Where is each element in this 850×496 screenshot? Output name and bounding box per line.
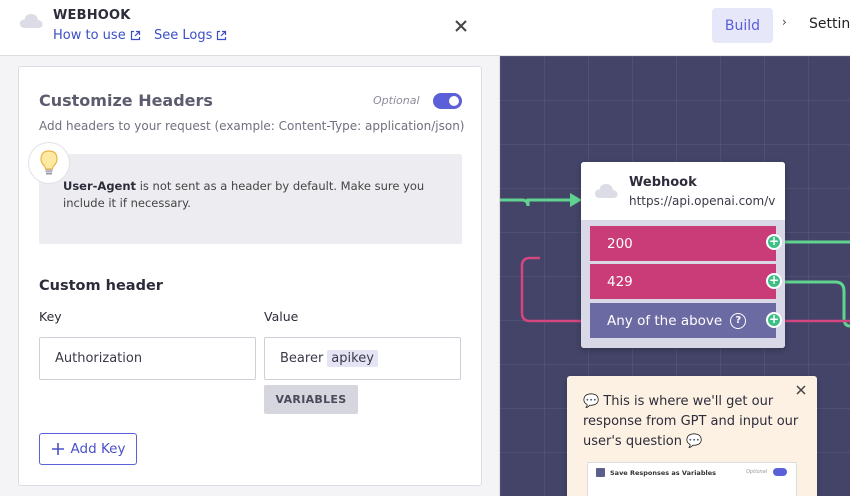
breadcrumb-separator: › (782, 15, 787, 29)
add-connection-any-icon[interactable]: + (766, 312, 782, 328)
tab-build[interactable]: Build (712, 8, 773, 43)
tooltip-preview-image: Save Responses as Variables Optional (587, 462, 797, 496)
preview-optional: Optional (746, 469, 768, 475)
save-icon (596, 468, 605, 477)
webhook-node[interactable]: Webhook https://api.openai.com/v 200 429… (581, 162, 785, 348)
value-text: Bearer (280, 351, 324, 366)
webhook-settings-panel: WEBHOOK How to use See Logs Customize He… (0, 0, 500, 496)
header-key-input[interactable]: Authorization (39, 337, 256, 380)
port-429[interactable]: 429 (590, 264, 776, 299)
external-link-icon (217, 30, 227, 41)
variables-button[interactable]: VARIABLES (264, 385, 358, 414)
see-logs-link[interactable]: See Logs (154, 28, 227, 43)
info-callout: User-Agent is not sent as a header by de… (39, 154, 462, 244)
node-url: https://api.openai.com/v (629, 194, 776, 208)
node-header: Webhook https://api.openai.com/v (581, 162, 785, 220)
section-title: Customize Headers (39, 91, 213, 110)
port-any-of-above[interactable]: Any of the above ? (590, 303, 776, 338)
cloud-icon (595, 184, 618, 198)
section-description: Add headers to your request (example: Co… (39, 119, 465, 133)
how-to-use-link[interactable]: How to use (53, 28, 141, 43)
key-input-value: Authorization (55, 351, 143, 366)
add-connection-200-icon[interactable]: + (766, 234, 782, 250)
headers-toggle[interactable] (433, 93, 462, 109)
value-label: Value (264, 309, 299, 324)
tab-settings[interactable]: Setting (809, 16, 850, 32)
cloud-icon (20, 14, 43, 28)
port-label: 429 (607, 273, 633, 290)
key-label: Key (39, 309, 62, 324)
add-key-button[interactable]: Add Key (39, 433, 137, 465)
incoming-connector (500, 198, 574, 207)
outgoing-connector-429 (783, 280, 850, 328)
builder-topbar: Build › Setting (500, 0, 850, 56)
optional-label: Optional (373, 94, 420, 107)
callout-text: User-Agent is not sent as a header by de… (63, 178, 443, 212)
port-200[interactable]: 200 (590, 226, 776, 261)
callout-bold: User-Agent (63, 179, 137, 193)
variable-chip[interactable]: apikey (327, 350, 378, 367)
external-link-icon (130, 30, 140, 41)
custom-header-title: Custom header (39, 278, 163, 294)
help-icon[interactable]: ? (730, 312, 747, 329)
close-panel-icon[interactable] (452, 17, 470, 35)
lightbulb-icon (28, 142, 70, 184)
panel-title: WEBHOOK (53, 8, 131, 23)
add-connection-429-icon[interactable]: + (766, 273, 782, 289)
add-key-label: Add Key (70, 441, 126, 457)
plus-icon (51, 443, 64, 455)
close-icon[interactable] (795, 384, 807, 396)
port-label: Any of the above (607, 312, 723, 329)
header-value-input[interactable]: Bearer apikey (264, 337, 461, 380)
port-label: 200 (607, 235, 633, 252)
onboarding-tooltip: 💬 This is where we'll get our response f… (567, 376, 817, 496)
preview-toggle (773, 468, 787, 476)
customize-headers-card: Customize Headers Optional Add headers t… (18, 66, 482, 486)
loop-connector (520, 256, 582, 323)
flow-canvas[interactable]: Webhook https://api.openai.com/v 200 429… (500, 56, 850, 496)
link-label: How to use (53, 28, 126, 43)
tooltip-text: 💬 This is where we'll get our response f… (583, 394, 799, 449)
preview-title: Save Responses as Variables (610, 469, 716, 477)
panel-header: WEBHOOK How to use See Logs (0, 0, 500, 56)
link-label: See Logs (154, 28, 213, 43)
node-title: Webhook (629, 175, 697, 190)
